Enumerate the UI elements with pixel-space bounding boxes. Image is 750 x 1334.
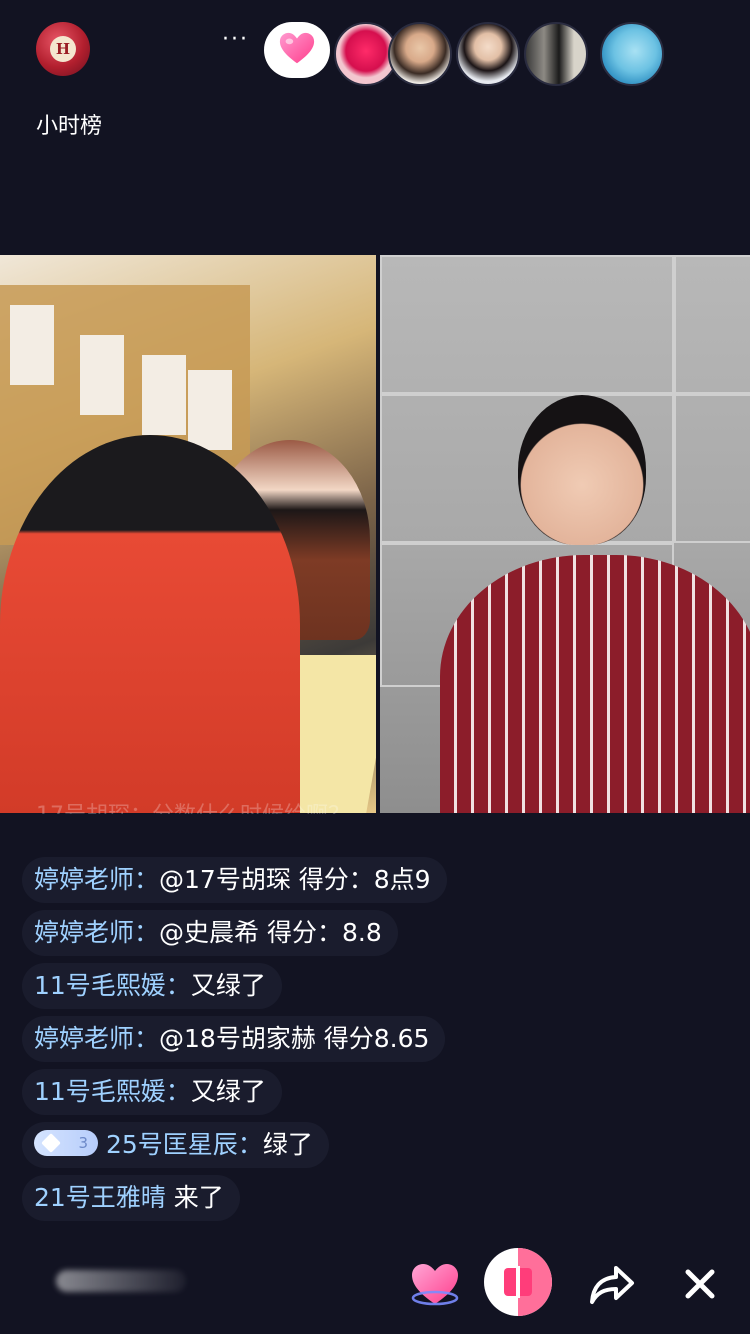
more-icon[interactable]: ··· bbox=[222, 29, 256, 51]
top-bar: H ··· bbox=[0, 0, 750, 100]
bottom-toolbar bbox=[0, 1240, 750, 1334]
chat-faded-message: 17号胡琛：分数什么时候给啊？ bbox=[36, 796, 350, 814]
video-feed-right bbox=[380, 255, 750, 813]
wall-tile bbox=[674, 394, 750, 543]
wall-tile bbox=[380, 255, 674, 394]
chat-message[interactable]: 婷婷老师：@17号胡琛 得分：8点9 bbox=[22, 857, 447, 903]
viewer-avatar[interactable] bbox=[456, 22, 520, 86]
close-icon[interactable] bbox=[676, 1260, 724, 1308]
heart-icon[interactable] bbox=[408, 1258, 462, 1312]
badge-level: 3 bbox=[78, 1134, 88, 1152]
wall-poster bbox=[142, 355, 186, 435]
like-button[interactable] bbox=[264, 22, 330, 78]
chat-text: 来了 bbox=[165, 1183, 224, 1212]
chat-username: 婷婷老师： bbox=[34, 865, 160, 894]
chat-username: 25号匡星辰： bbox=[106, 1130, 263, 1159]
chat-message[interactable]: 11号毛熙媛：又绿了 bbox=[22, 963, 282, 1009]
comment-input[interactable] bbox=[56, 1270, 186, 1292]
gift-button[interactable] bbox=[484, 1248, 552, 1316]
host-logo: H bbox=[50, 36, 76, 62]
wall-poster bbox=[10, 305, 54, 385]
chat-message[interactable]: 3 25号匡星辰：绿了 bbox=[22, 1122, 329, 1168]
chat-text: @史晨希 得分：8.8 bbox=[159, 918, 382, 947]
chat-username: 11号毛熙媛： bbox=[34, 971, 191, 1000]
chat-list: 17号胡琛：分数什么时候给啊？ 婷婷老师：@17号胡琛 得分：8点9 婷婷老师：… bbox=[0, 803, 750, 1224]
heart-icon bbox=[279, 32, 315, 64]
video-area bbox=[0, 255, 750, 813]
viewer-avatar[interactable] bbox=[600, 22, 664, 86]
chat-message[interactable]: 11号毛熙媛：又绿了 bbox=[22, 1069, 282, 1115]
woman-in-red-jacket bbox=[0, 435, 300, 813]
boy-striped-shirt bbox=[440, 555, 750, 813]
wall-poster bbox=[80, 335, 124, 415]
viewer-avatar[interactable] bbox=[388, 22, 452, 86]
wall-tile bbox=[674, 255, 750, 394]
viewer-avatar[interactable] bbox=[524, 22, 588, 86]
boy-head bbox=[518, 395, 646, 545]
chat-username: 婷婷老师： bbox=[34, 918, 160, 947]
chat-text: @17号胡琛 得分：8点9 bbox=[159, 865, 431, 894]
chat-text: 又绿了 bbox=[190, 971, 266, 1000]
chat-message[interactable]: 婷婷老师：@史晨希 得分：8.8 bbox=[22, 910, 398, 956]
chat-username: 婷婷老师： bbox=[34, 1024, 160, 1053]
gift-icon bbox=[504, 1266, 532, 1298]
hourly-rank-label[interactable]: 小时榜 bbox=[36, 108, 102, 140]
chat-text: 绿了 bbox=[262, 1130, 313, 1159]
chat-text: 又绿了 bbox=[190, 1077, 266, 1106]
wall-poster bbox=[188, 370, 232, 450]
chat-username: 11号毛熙媛： bbox=[34, 1077, 191, 1106]
fan-level-badge: 3 bbox=[34, 1130, 98, 1156]
chat-message[interactable]: 婷婷老师：@18号胡家赫 得分8.65 bbox=[22, 1016, 446, 1062]
share-icon[interactable] bbox=[586, 1258, 638, 1310]
chat-username: 21号王雅晴 bbox=[34, 1183, 166, 1212]
diamond-icon bbox=[41, 1133, 61, 1153]
chat-message[interactable]: 21号王雅晴 来了 bbox=[22, 1175, 240, 1221]
host-avatar[interactable]: H bbox=[36, 22, 90, 76]
chat-text: @18号胡家赫 得分8.65 bbox=[159, 1024, 430, 1053]
video-feed-left bbox=[0, 255, 376, 813]
